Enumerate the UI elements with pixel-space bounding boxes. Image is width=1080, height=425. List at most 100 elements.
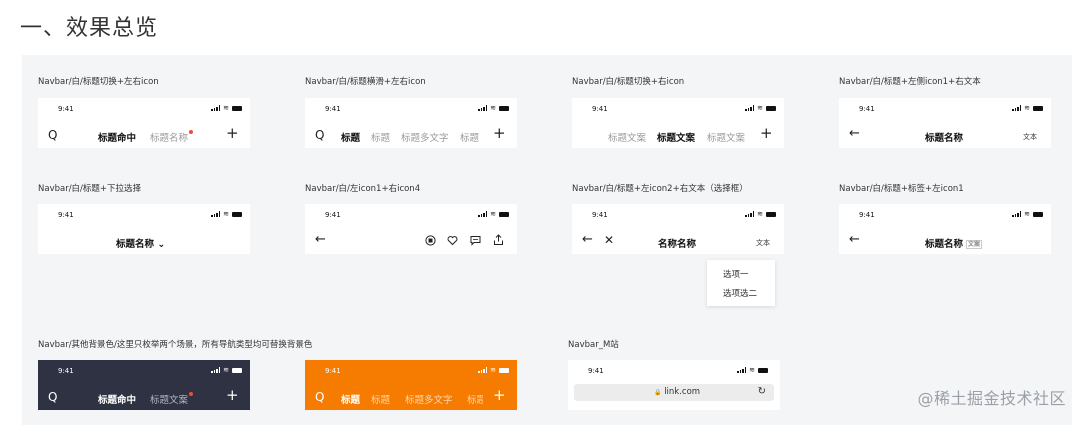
status-time: 9:41 bbox=[58, 367, 74, 375]
signal-icon bbox=[478, 105, 488, 111]
navbar-preview[interactable]: 9:41 ≋ Q 标题 标题 标题多文字 标题 + bbox=[305, 98, 517, 148]
back-arrow-icon[interactable]: ← bbox=[315, 233, 326, 246]
battery-icon bbox=[1033, 105, 1043, 111]
signal-icons: ≋ bbox=[1012, 104, 1043, 112]
mobile-web-navbar[interactable]: 9:41 ≋ 🔒 link.com ↻ bbox=[568, 360, 780, 410]
search-icon[interactable]: Q bbox=[48, 391, 57, 403]
wifi-icon: ≋ bbox=[490, 210, 496, 218]
component-card: Navbar/白/标题切换+左右icon bbox=[38, 75, 250, 87]
signal-icons: ≋ bbox=[211, 105, 242, 112]
right-text-button[interactable]: 文本 bbox=[756, 238, 770, 248]
status-bar: 9:41 ≋ bbox=[568, 366, 780, 378]
back-arrow-icon[interactable]: ← bbox=[582, 233, 593, 246]
right-text-button[interactable]: 文本 bbox=[1023, 132, 1037, 142]
status-bar: 9:41 ≋ bbox=[572, 210, 784, 222]
signal-icon bbox=[737, 367, 747, 373]
plus-icon[interactable]: + bbox=[493, 388, 506, 403]
refresh-icon[interactable]: ↻ bbox=[758, 386, 766, 397]
title-active[interactable]: 标题命中 bbox=[98, 392, 136, 406]
signal-icon bbox=[745, 105, 755, 111]
navbar-preview-orange[interactable]: 9:41 ≋ Q 标题 标题 标题多文字 标题 + bbox=[305, 360, 517, 410]
signal-icon bbox=[1012, 105, 1022, 111]
title-inactive[interactable]: 标题文案 bbox=[150, 392, 194, 406]
signal-icon bbox=[478, 367, 488, 373]
back-arrow-icon[interactable]: ← bbox=[849, 127, 860, 140]
signal-icons: ≋ bbox=[745, 210, 776, 218]
status-bar: 9:41 ≋ bbox=[38, 366, 250, 378]
signal-icon bbox=[1012, 211, 1022, 217]
signal-icons: ≋ bbox=[211, 211, 242, 218]
search-icon[interactable]: Q bbox=[315, 129, 324, 141]
status-time: 9:41 bbox=[58, 211, 74, 219]
signal-icons: ≋ bbox=[1012, 211, 1043, 218]
title-active[interactable]: 标题命中 bbox=[98, 130, 136, 144]
component-card: Navbar/其他背景色/这里只枚举两个场景，所有导航类型均可替换背景色 bbox=[38, 338, 313, 350]
component-card: Navbar/白/标题横滑+左右icon bbox=[305, 75, 517, 87]
battery-icon bbox=[232, 367, 242, 373]
wifi-icon: ≋ bbox=[757, 104, 763, 112]
status-time: 9:41 bbox=[325, 211, 341, 219]
share-icon[interactable] bbox=[493, 234, 504, 246]
dropdown-title[interactable]: 标题名称 ⌄ bbox=[116, 236, 165, 250]
component-card: Navbar/白/标题+左侧icon1+右文本 bbox=[839, 75, 1051, 87]
battery-icon bbox=[758, 367, 768, 373]
plus-icon[interactable]: + bbox=[226, 126, 239, 141]
plus-icon[interactable]: + bbox=[760, 126, 773, 141]
search-icon[interactable]: Q bbox=[315, 391, 324, 403]
tab[interactable]: 标题 bbox=[460, 130, 479, 144]
dropdown-option[interactable]: 选项选二 bbox=[723, 287, 757, 299]
tab-active[interactable]: 标题文案 bbox=[657, 130, 695, 144]
signal-icons: ≋ bbox=[737, 367, 768, 374]
search-icon[interactable]: Q bbox=[48, 129, 57, 141]
plus-icon[interactable]: + bbox=[493, 126, 506, 141]
tab[interactable]: 标题多文字 bbox=[401, 130, 449, 144]
navbar-preview[interactable]: 9:41 ≋ 标题文案 标题文案 标题文案 + bbox=[572, 98, 784, 148]
component-card: Navbar/白/标题切换+右icon bbox=[572, 75, 784, 87]
close-icon[interactable]: ✕ bbox=[604, 234, 614, 246]
component-label: Navbar/白/标题+标签+左icon1 bbox=[839, 184, 964, 194]
navbar-preview[interactable]: 9:41 ≋ ← 标题名称 文本 bbox=[839, 98, 1051, 148]
record-icon[interactable] bbox=[425, 235, 436, 246]
plus-icon[interactable]: + bbox=[226, 388, 239, 403]
status-time: 9:41 bbox=[325, 105, 341, 113]
tab[interactable]: 标题 bbox=[467, 392, 483, 406]
url-bar[interactable]: 🔒 link.com ↻ bbox=[574, 384, 774, 401]
red-dot-badge bbox=[189, 130, 194, 134]
navbar-preview[interactable]: 9:41 ≋ ← 标题名称 文案 bbox=[839, 204, 1051, 254]
component-label: Navbar/白/标题+左icon2+右文本（选择框） bbox=[572, 184, 748, 194]
battery-icon bbox=[232, 211, 242, 217]
battery-icon bbox=[499, 367, 509, 373]
lock-icon: 🔒 bbox=[654, 389, 662, 396]
tab[interactable]: 标题 bbox=[371, 392, 390, 406]
heart-icon[interactable] bbox=[447, 235, 458, 246]
nav-title: 标题名称 bbox=[925, 133, 964, 144]
navbar-preview[interactable]: 9:41 ≋ Q 标题命中 标题名称 + bbox=[38, 98, 250, 148]
navbar-preview-dark[interactable]: 9:41 ≋ Q 标题命中 标题文案 + bbox=[38, 360, 250, 410]
tab[interactable]: 标题 bbox=[371, 130, 390, 144]
navbar-preview[interactable]: 9:41 ≋ ← bbox=[305, 204, 517, 254]
tab-active[interactable]: 标题 bbox=[341, 392, 360, 406]
signal-icons: ≋ bbox=[478, 210, 509, 218]
component-label: Navbar/白/标题+下拉选择 bbox=[38, 184, 142, 194]
tab[interactable]: 标题文案 bbox=[707, 130, 745, 144]
wifi-icon: ≋ bbox=[1024, 104, 1030, 112]
component-label: Navbar_M站 bbox=[568, 340, 619, 350]
dropdown-option[interactable]: 选项一 bbox=[723, 268, 749, 280]
wifi-icon: ≋ bbox=[757, 210, 763, 218]
signal-icons: ≋ bbox=[478, 104, 509, 112]
title-inactive[interactable]: 标题名称 bbox=[150, 130, 194, 144]
component-label: Navbar/白/标题横滑+左右icon bbox=[305, 77, 426, 87]
wifi-icon: ≋ bbox=[490, 366, 496, 374]
wifi-icon: ≋ bbox=[490, 104, 496, 112]
watermark: @稀土掘金技术社区 bbox=[917, 389, 1066, 408]
component-card: Navbar/白/标题+下拉选择 bbox=[38, 182, 250, 194]
component-label: Navbar/其他背景色/这里只枚举两个场景，所有导航类型均可替换背景色 bbox=[38, 340, 313, 350]
back-arrow-icon[interactable]: ← bbox=[849, 233, 860, 246]
tab[interactable]: 标题多文字 bbox=[405, 392, 453, 406]
navbar-preview[interactable]: 9:41 ≋ ← ✕ 名称名称 文本 bbox=[572, 204, 784, 254]
tab-active[interactable]: 标题 bbox=[341, 130, 360, 144]
tab[interactable]: 标题文案 bbox=[608, 130, 646, 144]
navbar-preview[interactable]: 9:41 ≋ 标题名称 ⌄ bbox=[38, 204, 250, 254]
status-time: 9:41 bbox=[58, 105, 74, 113]
comment-icon[interactable] bbox=[470, 235, 481, 246]
